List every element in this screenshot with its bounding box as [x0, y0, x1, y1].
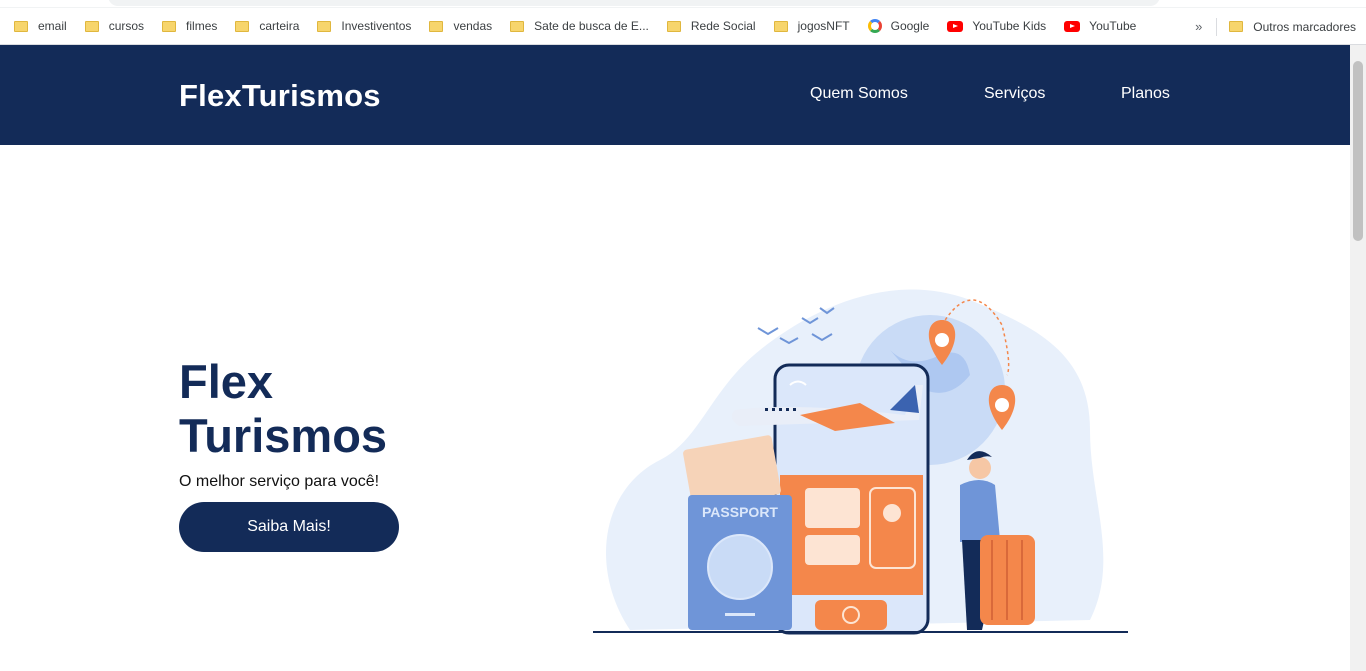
hero-subtitle: O melhor serviço para você!	[179, 473, 380, 490]
folder-icon	[429, 20, 444, 32]
nav-quem-somos[interactable]: Quem Somos	[810, 85, 908, 103]
browser-toolbar	[0, 0, 1366, 8]
saiba-mais-button[interactable]: Saiba Mais!	[179, 502, 399, 552]
bookmark-investiventos[interactable]: Investiventos	[317, 19, 411, 33]
folder-icon	[666, 20, 681, 32]
bookmark-email[interactable]: email	[14, 19, 67, 33]
page-scrollbar[interactable]	[1350, 45, 1366, 671]
bookmark-filmes[interactable]: filmes	[162, 19, 217, 33]
hero-title-line-2: Turismos	[179, 409, 388, 462]
bookmarks-overflow-button[interactable]: »	[1195, 19, 1202, 34]
bookmark-youtube[interactable]: YouTube	[1064, 19, 1136, 33]
google-icon	[867, 19, 882, 33]
folder-icon	[162, 20, 177, 32]
folder-icon	[235, 20, 250, 32]
travel-illustration: PASSPORT	[593, 289, 1128, 635]
folder-icon	[317, 20, 332, 32]
nav-servicos[interactable]: Serviços	[984, 85, 1045, 103]
bookmark-jogosnft[interactable]: jogosNFT	[773, 19, 850, 33]
youtube-icon	[947, 20, 964, 32]
passport-icon: PASSPORT	[688, 495, 792, 630]
bookmark-google[interactable]: Google	[867, 19, 929, 33]
bookmarks-divider	[1216, 17, 1218, 36]
bookmark-youtube-kids[interactable]: YouTube Kids	[947, 19, 1046, 33]
bookmark-cursos[interactable]: cursos	[84, 19, 144, 33]
folder-icon	[14, 20, 28, 32]
folder-icon	[1229, 21, 1244, 32]
passport-label: PASSPORT	[702, 504, 778, 520]
hero-title: Flex Turismos	[179, 355, 387, 463]
scrollbar-thumb[interactable]	[1353, 61, 1363, 241]
bookmarks-bar: email cursos filmes carteira Investivent…	[0, 8, 1366, 45]
folder-icon	[773, 20, 788, 32]
bookmark-sate-de-busca[interactable]: Sate de busca de E...	[510, 19, 649, 33]
youtube-icon	[1064, 20, 1081, 32]
site-logo[interactable]: FlexTurismos	[179, 78, 381, 114]
hero-title-line-1: Flex	[179, 355, 274, 408]
folder-icon	[84, 20, 99, 32]
bookmark-rede-social[interactable]: Rede Social	[666, 19, 756, 33]
bookmark-other[interactable]: Outros marcadores	[1229, 20, 1356, 34]
bookmark-vendas[interactable]: vendas	[429, 19, 492, 33]
nav-planos[interactable]: Planos	[1121, 85, 1170, 103]
bookmark-carteira[interactable]: carteira	[235, 19, 299, 33]
address-bar[interactable]	[108, 0, 1160, 6]
site-header: FlexTurismos Quem Somos Serviços Planos	[0, 45, 1350, 145]
folder-icon	[510, 20, 525, 32]
